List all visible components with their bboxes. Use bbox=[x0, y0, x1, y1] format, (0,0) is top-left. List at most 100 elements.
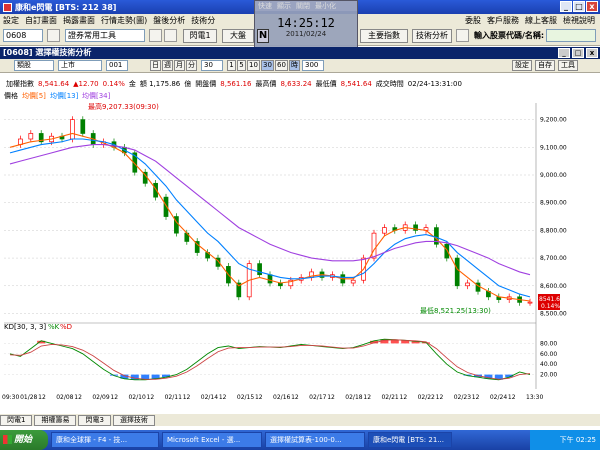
amount-label: 金 bbox=[128, 80, 136, 88]
close-button[interactable]: x bbox=[586, 1, 598, 12]
min-60-button[interactable]: 60 bbox=[275, 60, 288, 71]
settings-button[interactable]: 設定 bbox=[512, 60, 532, 71]
clock-menu-show[interactable]: 顯示 bbox=[277, 1, 291, 11]
menu-item-technical[interactable]: 技術分 bbox=[188, 15, 218, 26]
type-select[interactable]: 類股 bbox=[14, 60, 54, 71]
candle-body bbox=[80, 119, 86, 134]
taskbar-item-1[interactable]: Microsoft Excel - 選... bbox=[162, 432, 262, 448]
panel-maximize-button[interactable]: □ bbox=[572, 48, 584, 58]
code-select[interactable]: 001 bbox=[106, 60, 128, 71]
kd-tick-label: 40.00 bbox=[540, 361, 557, 368]
period-month-button[interactable]: 月 bbox=[174, 60, 185, 71]
main-index-button[interactable]: 主要指數 bbox=[360, 29, 408, 43]
amount-unit: 億 bbox=[184, 80, 192, 88]
x-tick-label: 01/28 bbox=[20, 394, 37, 401]
tool-group-select[interactable]: 證券常用工具 bbox=[65, 29, 145, 42]
panel-minimize-button[interactable]: _ bbox=[558, 48, 570, 58]
y-tick-label: 8,700.00 bbox=[540, 255, 567, 262]
taskbar-item-3[interactable]: 康和e閃電 [BTS: 21... bbox=[368, 432, 452, 448]
menu-item-settings[interactable]: 設定 bbox=[0, 15, 22, 26]
x-tick-label: 02/08 bbox=[56, 394, 73, 401]
windows-flag-icon bbox=[3, 435, 12, 444]
x-tick-label: 13:30 bbox=[526, 394, 543, 401]
quote-input[interactable] bbox=[546, 29, 596, 42]
task-select-tech-button[interactable]: 選擇技術 bbox=[112, 414, 155, 426]
panel-title: [0608] 選擇權技術分析 bbox=[3, 48, 92, 57]
tool-icon-3[interactable] bbox=[456, 29, 469, 42]
panel-titlebar: [0608] 選擇權技術分析 _ □ x bbox=[0, 47, 600, 59]
x-tick-label: 12 bbox=[74, 394, 82, 401]
x-tick-label: 02/23 bbox=[454, 394, 471, 401]
menu-item-customer-service[interactable]: 客戶服務 bbox=[484, 15, 522, 26]
tools-button[interactable]: 工具 bbox=[558, 60, 578, 71]
index-change: ▲12.70 bbox=[73, 80, 99, 88]
control-bar: 類股 上市 001 日 週 月 分 30 1 5 10 30 60 時 300 … bbox=[0, 59, 600, 73]
min-1-button[interactable]: 1 bbox=[227, 60, 236, 71]
min-5-button[interactable]: 5 bbox=[237, 60, 246, 71]
tech-analysis-button[interactable]: 技術分析 bbox=[412, 29, 452, 43]
menu-item-disclosure[interactable]: 揭露畫面 bbox=[60, 15, 98, 26]
market-select[interactable]: 上市 bbox=[58, 60, 102, 71]
period-minute-button[interactable]: 分 bbox=[186, 60, 197, 71]
period-value-select[interactable]: 30 bbox=[201, 60, 223, 71]
kd-tick-label: 60.00 bbox=[540, 351, 557, 358]
menu-item-help[interactable]: 檢視說明 bbox=[560, 15, 598, 26]
window-title: 康和e閃電 [BTS: 212 38] bbox=[15, 2, 117, 12]
candle-body bbox=[454, 257, 460, 287]
maximize-button[interactable]: □ bbox=[573, 1, 585, 12]
clock-menu-quick[interactable]: 快速 bbox=[258, 1, 272, 11]
menu-item-after-hours[interactable]: 盤後分析 bbox=[150, 15, 188, 26]
clock-menu-minimize[interactable]: 最小化 bbox=[315, 1, 336, 11]
tool-icon-2[interactable] bbox=[164, 29, 177, 42]
kd-tick-label: 20.00 bbox=[540, 372, 557, 379]
menu-item-stock[interactable]: 委股 bbox=[462, 15, 484, 26]
back-icon[interactable] bbox=[47, 29, 60, 42]
app-icon bbox=[3, 2, 12, 12]
min-10-button[interactable]: 10 bbox=[247, 60, 260, 71]
x-tick-label: 12 bbox=[327, 394, 335, 401]
tray-clock: 下午 02:25 bbox=[559, 436, 596, 444]
taskbar-item-2[interactable]: 選擇權試算表-100-0... bbox=[265, 432, 365, 448]
x-tick-label: 09:30 bbox=[2, 394, 19, 401]
panel-task-buttons: 閃電1 期權籌易 閃電3 選擇技術 bbox=[0, 414, 600, 426]
current-price-label: 8541.64 bbox=[539, 296, 564, 303]
task-options-button[interactable]: 期權籌易 bbox=[34, 414, 77, 426]
save-button[interactable]: 自存 bbox=[535, 60, 555, 71]
minimize-button[interactable]: _ bbox=[560, 1, 572, 12]
menu-item-quotes[interactable]: 行情走勢(圖) bbox=[98, 15, 150, 26]
task-flash3-button[interactable]: 閃電3 bbox=[78, 414, 111, 426]
floating-clock[interactable]: 快速 顯示 關閉 最小化 14:25:12 2011/02/24 N bbox=[254, 0, 358, 50]
panel-close-button[interactable]: x bbox=[586, 48, 598, 58]
x-tick-label: 12 bbox=[255, 394, 263, 401]
x-tick-label: 02/10 bbox=[128, 394, 145, 401]
current-pct-label: 0.14% bbox=[541, 303, 560, 310]
period-count-select[interactable]: 300 bbox=[302, 60, 324, 71]
clock-menu-close[interactable]: 關閉 bbox=[296, 1, 310, 11]
tool-icon-1[interactable] bbox=[149, 29, 162, 42]
x-tick-label: 02/21 bbox=[381, 394, 398, 401]
menu-item-custom-view[interactable]: 自訂畫面 bbox=[22, 15, 60, 26]
hour-button[interactable]: 時 bbox=[289, 60, 300, 71]
task-flash1-button[interactable]: 閃電1 bbox=[0, 414, 33, 426]
period-day-button[interactable]: 日 bbox=[150, 60, 161, 71]
x-tick-label: 02/15 bbox=[237, 394, 254, 401]
candle-body bbox=[382, 227, 387, 234]
kd-k-label: %K bbox=[48, 323, 60, 331]
flash1-button[interactable]: 閃電1 bbox=[183, 29, 217, 43]
period-week-button[interactable]: 週 bbox=[162, 60, 173, 71]
taskbar-item-0[interactable]: 康和全球揮 - F4 - 技... bbox=[51, 432, 159, 448]
code-input[interactable]: 0608 bbox=[3, 29, 43, 42]
system-tray: 下午 02:25 bbox=[530, 430, 600, 450]
menu-item-online-service[interactable]: 線上客服 bbox=[522, 15, 560, 26]
candle-body bbox=[465, 282, 470, 287]
start-button[interactable]: 開始 bbox=[0, 430, 48, 450]
price-chart[interactable]: 價格 均價[5] 均價[13] 均價[34] 9,200.00 9,100.00 9… bbox=[0, 89, 600, 411]
x-tick-label: 12 bbox=[147, 394, 155, 401]
min-30-button[interactable]: 30 bbox=[261, 60, 274, 71]
y-tick-label: 8,900.00 bbox=[540, 200, 567, 207]
kd-label: KD[30, 3, 3] bbox=[4, 323, 46, 331]
candle-body bbox=[444, 243, 450, 259]
candle-body bbox=[527, 301, 533, 304]
y-tick-label: 8,600.00 bbox=[540, 283, 567, 290]
market-button[interactable]: 大盤 bbox=[222, 29, 254, 43]
